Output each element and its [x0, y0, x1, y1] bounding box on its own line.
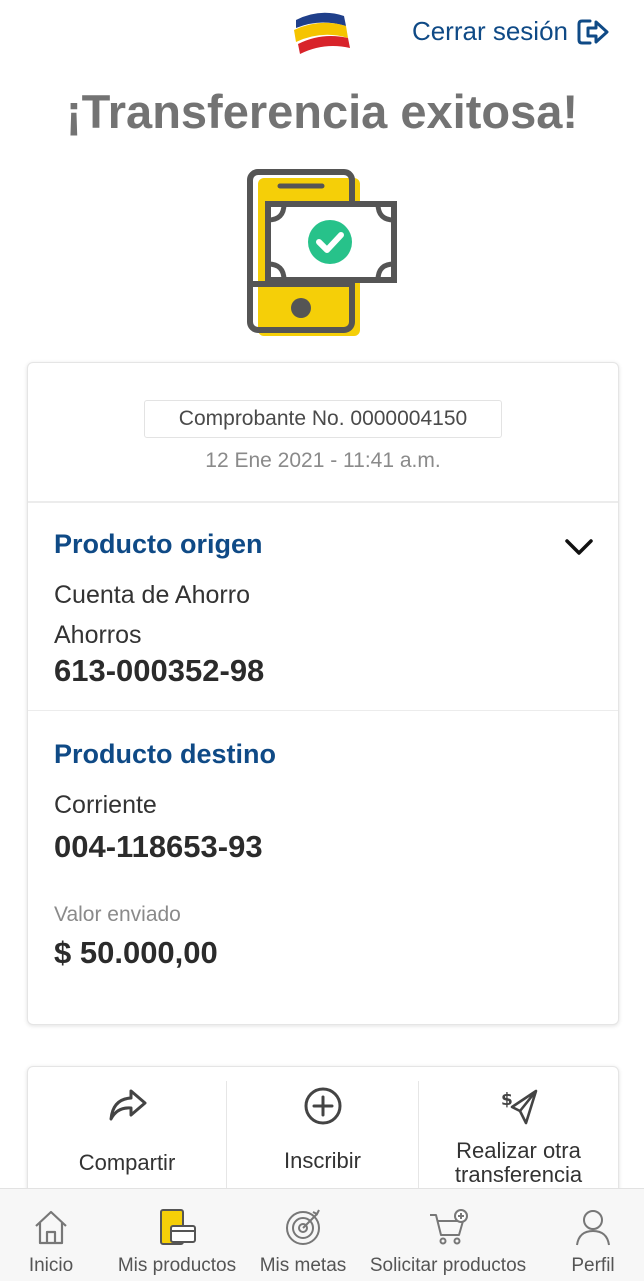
origin-title: Producto origen — [54, 529, 263, 559]
divider — [28, 501, 618, 503]
target-icon — [286, 1209, 320, 1245]
nav-label: Solicitar productos — [369, 1255, 527, 1276]
bank-logo — [294, 12, 350, 54]
share-icon — [109, 1089, 147, 1121]
svg-text:$: $ — [501, 1090, 513, 1110]
destination-type: Corriente — [54, 791, 157, 819]
share-label: Compartir — [78, 1150, 176, 1175]
nav-label: Mis metas — [259, 1255, 347, 1276]
transfer-success-illustration — [247, 169, 397, 336]
logout-label: Cerrar sesión — [411, 16, 568, 46]
user-icon — [576, 1210, 610, 1246]
nav-label: Perfil — [571, 1255, 615, 1276]
destination-account: 004-118653-93 — [54, 829, 263, 864]
nav-item-mis-metas[interactable]: Mis metas — [252, 1189, 354, 1281]
send-money-icon: $ — [501, 1089, 538, 1125]
new-transfer-button[interactable]: $ Realizar otra transferencia — [419, 1067, 618, 1191]
nav-item-solicitar-productos[interactable]: Solicitar productos — [354, 1189, 542, 1281]
new-transfer-label: Realizar otra transferencia — [454, 1138, 583, 1187]
nav-item-perfil[interactable]: Perfil — [542, 1189, 644, 1281]
logout-button[interactable]: Cerrar sesión — [412, 16, 610, 47]
enroll-label: Inscribir — [283, 1148, 361, 1173]
enroll-button[interactable]: Inscribir — [227, 1067, 418, 1191]
amount-label: Valor enviado — [54, 903, 181, 926]
nav-item-mis-productos[interactable]: Mis productos — [102, 1189, 252, 1281]
page-title: ¡Transferencia exitosa! — [66, 85, 578, 138]
origin-type: Cuenta de Ahorro — [54, 581, 250, 609]
receipt-datetime: 12 Ene 2021 - 11:41 a.m. — [205, 449, 441, 472]
receipt-card: Comprobante No. 0000004150 12 Ene 2021 -… — [27, 362, 619, 1025]
nav-label: Inicio — [28, 1255, 74, 1276]
divider — [28, 710, 618, 711]
logout-icon — [577, 19, 609, 44]
origin-subtype: Ahorros — [54, 621, 142, 649]
chevron-down-icon[interactable] — [564, 537, 594, 557]
receipt-number: Comprobante No. 0000004150 — [144, 400, 502, 438]
bottom-navigation: Inicio Mis productos Mis metas Solicitar… — [0, 1188, 644, 1281]
origin-account: 613-000352-98 — [54, 653, 265, 688]
destination-title: Producto destino — [54, 739, 276, 769]
plus-circle-icon — [304, 1087, 342, 1125]
home-icon — [35, 1210, 67, 1245]
share-button[interactable]: Compartir — [28, 1067, 226, 1191]
top-bar: Cerrar sesión — [0, 0, 644, 68]
nav-item-inicio[interactable]: Inicio — [0, 1189, 102, 1281]
amount-value: $ 50.000,00 — [54, 935, 218, 970]
products-icon — [160, 1209, 196, 1245]
cart-icon — [430, 1209, 468, 1245]
nav-label: Mis productos — [117, 1255, 237, 1276]
